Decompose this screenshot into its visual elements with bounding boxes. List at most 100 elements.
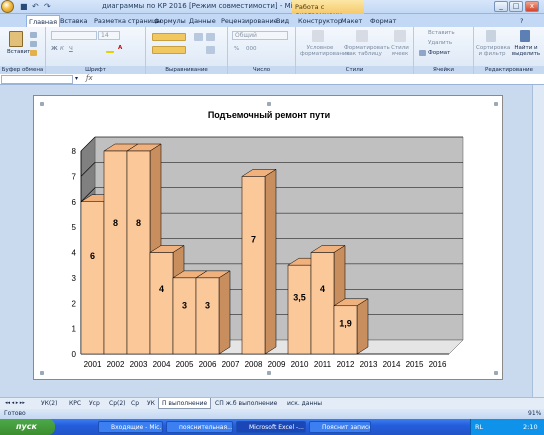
format-painter-icon[interactable]: [30, 50, 37, 56]
sheet-tab[interactable]: УК(2): [38, 398, 60, 409]
x-tick-label: 2002: [107, 360, 125, 369]
font-name-box[interactable]: [51, 31, 97, 40]
sheet-tab-active[interactable]: П выполнение: [158, 398, 212, 409]
zoom-level[interactable]: 91%: [528, 410, 541, 417]
group-label-alignment: Выравнивание: [146, 66, 227, 74]
name-box[interactable]: [1, 75, 73, 84]
thousands-icon[interactable]: 000: [246, 46, 257, 52]
title-bar: ■ ↶ ↷ диаграммы по КР 2016 [Режим совмес…: [0, 0, 544, 19]
sheet-tab[interactable]: Ср(2): [106, 398, 129, 409]
save-icon[interactable]: ■: [20, 2, 28, 11]
redo-icon[interactable]: ↷: [44, 2, 51, 11]
sheet-tab[interactable]: иск. данны: [284, 398, 325, 409]
x-tick-label: 2004: [153, 360, 171, 369]
start-button[interactable]: пуск: [0, 419, 55, 435]
language-indicator[interactable]: RL: [475, 423, 483, 431]
tab-layout[interactable]: Макет: [339, 15, 364, 27]
format-table-icon[interactable]: [356, 30, 368, 42]
tab-home[interactable]: Главная: [26, 15, 61, 27]
tab-design[interactable]: Конструктор: [296, 15, 344, 27]
sheet-nav-icons[interactable]: ◂◂ ◂ ▸ ▸▸: [2, 398, 28, 409]
y-tick-label: 3: [72, 274, 77, 283]
bar: [172, 277, 197, 355]
bar: [126, 150, 151, 355]
delete-cells-button[interactable]: Удалить: [428, 40, 452, 46]
y-tick-label: 5: [72, 223, 77, 232]
font-size-box[interactable]: 14: [98, 31, 120, 40]
fx-icon[interactable]: ƒx: [86, 74, 93, 82]
taskbar-button-outlook[interactable]: Входящие - Mic...: [98, 421, 163, 433]
conditional-format-icon[interactable]: [312, 30, 324, 42]
tab-view[interactable]: Вид: [274, 15, 291, 27]
tab-formulas[interactable]: Формулы: [152, 15, 188, 27]
find-select-icon[interactable]: [520, 30, 530, 42]
orientation-icon[interactable]: [194, 33, 203, 41]
number-format-box[interactable]: Общий: [232, 31, 288, 40]
bar: [287, 264, 312, 355]
bar: [195, 277, 220, 355]
group-cells: Вставить Удалить Формат Ячейки: [414, 27, 474, 74]
underline-icon[interactable]: Ч: [69, 46, 73, 52]
undo-icon[interactable]: ↶: [32, 2, 39, 11]
tab-data[interactable]: Данные: [187, 15, 218, 27]
cut-icon[interactable]: [30, 32, 37, 38]
name-box-dropdown-icon[interactable]: ▾: [75, 75, 78, 82]
find-select-label: Найти и выделить: [511, 45, 541, 57]
group-label-editing: Редактирование: [474, 66, 544, 74]
help-icon[interactable]: ?: [518, 15, 525, 27]
sheet-tab[interactable]: УК: [144, 398, 158, 409]
sort-filter-label: Сортировка и фильтр: [476, 45, 511, 57]
taskbar-button-word2[interactable]: Пояснит записк...: [309, 421, 371, 433]
taskbar-button-excel[interactable]: Microsoft Excel -...: [236, 421, 306, 433]
copy-icon[interactable]: [30, 41, 37, 47]
bar: [310, 252, 335, 355]
italic-icon[interactable]: К: [60, 46, 64, 52]
vertical-align-icons[interactable]: [152, 33, 186, 41]
chart-area[interactable]: Подъемочный ремонт пути 0 1 2 3 4 5 6 7 8 2001 6 20…: [33, 95, 503, 380]
percent-icon[interactable]: %: [234, 46, 239, 52]
group-label-cells: Ячейки: [414, 66, 473, 74]
vertical-scrollbar[interactable]: [532, 85, 544, 397]
tab-insert[interactable]: Вставка: [58, 15, 90, 27]
chart-selection-handle: [267, 102, 271, 106]
insert-cells-button[interactable]: Вставить: [428, 30, 455, 36]
group-label-styles: Стили: [296, 66, 413, 74]
data-label: 7: [251, 235, 256, 245]
wrap-text-icon[interactable]: [206, 33, 215, 41]
sheet-tab[interactable]: СП ж.б выполнение: [212, 398, 280, 409]
x-tick-label: 2007: [222, 360, 240, 369]
tab-review[interactable]: Рецензирование: [219, 15, 280, 27]
maximize-button[interactable]: □: [509, 1, 523, 12]
horizontal-align-icons[interactable]: [152, 46, 186, 54]
sheet-tab[interactable]: Ср: [128, 398, 142, 409]
minimize-button[interactable]: _: [494, 1, 508, 12]
format-cells-button[interactable]: Формат: [428, 50, 450, 56]
tab-format[interactable]: Формат: [368, 15, 398, 27]
paste-icon[interactable]: [9, 31, 23, 47]
data-label: 4: [159, 284, 164, 294]
x-tick-label: 2008: [245, 360, 263, 369]
cell-styles-icon[interactable]: [394, 30, 406, 42]
taskbar-button-word[interactable]: пояснительная...: [166, 421, 233, 433]
chart-selection-handle: [267, 371, 271, 375]
group-label-font: Шрифт: [46, 66, 145, 74]
fill-color-icon[interactable]: [106, 46, 114, 53]
close-button[interactable]: x: [525, 1, 539, 12]
group-label-number: Число: [228, 66, 295, 74]
data-label: 1,9: [339, 319, 352, 329]
merge-icon[interactable]: [206, 46, 215, 54]
sheet-tab[interactable]: Уср: [86, 398, 103, 409]
x-tick-label: 2006: [199, 360, 217, 369]
window-title: диаграммы по КР 2016 [Режим совместимост…: [102, 2, 318, 10]
x-tick-label: 2003: [130, 360, 148, 369]
bar-side: [356, 298, 369, 355]
bold-icon[interactable]: Ж: [51, 46, 58, 52]
font-color-icon[interactable]: A: [118, 45, 122, 51]
conditional-format-label: Условное форматирование: [300, 45, 350, 57]
group-styles: Условное форматирование Форматировать ка…: [296, 27, 414, 74]
x-tick-label: 2010: [291, 360, 309, 369]
sort-filter-icon[interactable]: [486, 30, 496, 42]
formula-bar: ▾ ƒx: [0, 74, 544, 85]
office-button[interactable]: [1, 0, 14, 13]
sheet-tab[interactable]: КРС: [66, 398, 84, 409]
